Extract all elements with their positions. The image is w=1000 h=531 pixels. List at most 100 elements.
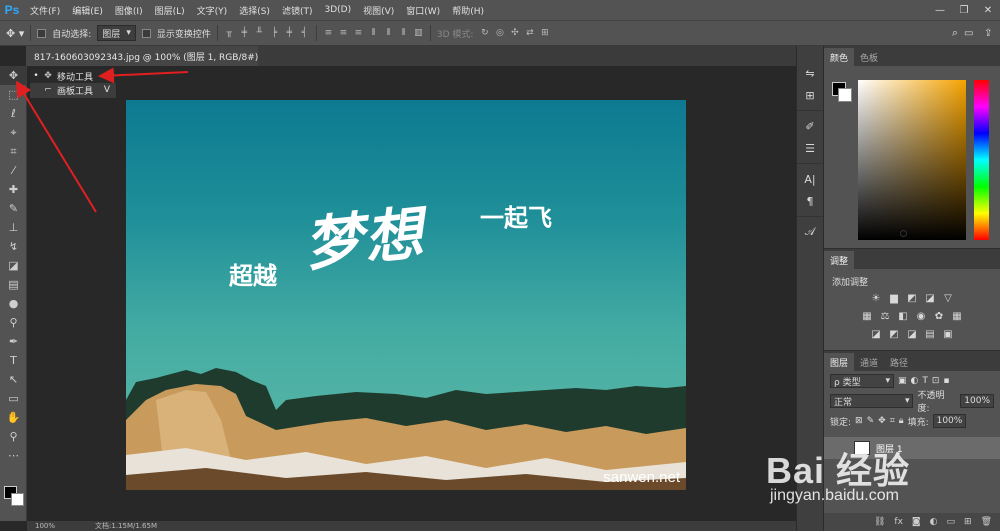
search-icon[interactable]: ⌕ <box>952 26 958 40</box>
color-picker-handle[interactable] <box>900 230 907 237</box>
brush-presets-icon[interactable]: ✐ <box>797 115 823 137</box>
brush-tool-icon[interactable]: ✎ <box>0 199 27 218</box>
filter-type-icon[interactable]: T <box>922 376 928 386</box>
history-icon[interactable]: ⇋ <box>797 62 823 84</box>
align-top-icon[interactable]: ╥ <box>224 28 235 39</box>
zoom-tool-icon[interactable]: ⚲ <box>0 427 27 446</box>
lock-artboard-icon[interactable]: ⌗ <box>890 416 895 426</box>
menu-3d[interactable]: 3D(D) <box>318 5 357 15</box>
share-icon[interactable]: ⇪ <box>984 28 1000 39</box>
close-icon[interactable]: ✕ <box>976 5 1000 16</box>
orbit-3d-icon[interactable]: ↻ <box>479 28 490 39</box>
exposure-icon[interactable]: ◪ <box>923 292 937 305</box>
filter-shape-icon[interactable]: ⊡ <box>932 376 940 386</box>
vibrance-icon[interactable]: ▽ <box>941 292 955 305</box>
crop-tool-icon[interactable]: ⌗ <box>0 142 27 161</box>
marquee-tool-icon[interactable]: ⬚ <box>0 85 27 104</box>
rectangle-tool-icon[interactable]: ▭ <box>0 389 27 408</box>
align-bottom-icon[interactable]: ╨ <box>254 28 265 39</box>
type-tool-icon[interactable]: T <box>0 351 27 370</box>
background-color-swatch[interactable] <box>11 493 24 506</box>
menu-layer[interactable]: 图层(L) <box>149 4 191 17</box>
roll-3d-icon[interactable]: ◎ <box>494 28 505 39</box>
document-canvas[interactable]: 一起飞 梦想 超越 sanwen.net <box>126 100 686 490</box>
move-tool-preset-icon[interactable]: ✥ ▾ <box>6 27 24 40</box>
fill-field[interactable]: 100% <box>932 414 967 428</box>
dodge-tool-icon[interactable]: ⚲ <box>0 313 27 332</box>
distribute-left-icon[interactable]: ⦀ <box>368 28 379 39</box>
menu-edit[interactable]: 编辑(E) <box>66 4 109 17</box>
tab-layers[interactable]: 图层 <box>824 353 855 371</box>
eyedropper-tool-icon[interactable]: ⁄ <box>0 161 27 180</box>
distribute-hcenter-icon[interactable]: ⦀ <box>383 28 394 39</box>
quick-select-tool-icon[interactable]: ⌖ <box>0 123 27 142</box>
gradient-tool-icon[interactable]: ▤ <box>0 275 27 294</box>
color-lookup-icon[interactable]: ▦ <box>950 310 964 323</box>
menu-filter[interactable]: 滤镜(T) <box>276 4 319 17</box>
auto-select-checkbox[interactable] <box>37 28 47 38</box>
align-vcenter-icon[interactable]: ╪ <box>239 28 250 39</box>
opacity-field[interactable]: 100% <box>960 394 994 408</box>
menu-view[interactable]: 视图(V) <box>357 4 400 17</box>
distribute-vcenter-icon[interactable]: ≡ <box>338 28 349 39</box>
move-tool-icon[interactable]: ✥ <box>0 66 27 85</box>
menu-window[interactable]: 窗口(W) <box>400 4 446 17</box>
zoom-level[interactable]: 100% <box>35 522 55 530</box>
menu-file[interactable]: 文件(F) <box>24 4 66 17</box>
tab-swatches[interactable]: 色板 <box>854 48 884 66</box>
auto-select-target-dropdown[interactable]: 图层 ▾ <box>97 25 136 41</box>
brush-settings-icon[interactable]: ☰ <box>797 137 823 159</box>
paragraph-icon[interactable]: ¶ <box>797 190 823 212</box>
lock-all-icon[interactable]: 🔒︎ <box>899 416 904 426</box>
lock-position-icon[interactable]: ✥ <box>878 416 886 426</box>
menu-help[interactable]: 帮助(H) <box>446 4 490 17</box>
document-tab[interactable]: 817-160603092343.jpg @ 100% (图层 1, RGB/8… <box>26 46 258 66</box>
hand-tool-icon[interactable]: ✋ <box>0 408 27 427</box>
panel-background-swatch[interactable] <box>838 88 852 102</box>
layer-kind-filter[interactable]: ρ 类型 ▾ <box>830 374 894 388</box>
blur-tool-icon[interactable]: ● <box>0 294 27 313</box>
properties-icon[interactable]: ⊞ <box>797 84 823 106</box>
eraser-tool-icon[interactable]: ◪ <box>0 256 27 275</box>
tab-channels[interactable]: 通道 <box>854 353 884 371</box>
minimize-icon[interactable]: — <box>928 5 952 16</box>
glyphs-icon[interactable]: 𝒜 <box>797 221 823 243</box>
channel-mixer-icon[interactable]: ✿ <box>932 310 946 323</box>
flyout-item-artboard-tool[interactable]: ⌐ 画板工具 V <box>30 83 116 97</box>
threshold-icon[interactable]: ◪ <box>905 328 919 341</box>
lock-image-icon[interactable]: ✎ <box>867 416 875 426</box>
color-balance-icon[interactable]: ⚖ <box>878 310 892 323</box>
levels-icon[interactable]: ▆ <box>887 292 901 305</box>
gradient-map-icon[interactable]: ▤ <box>923 328 937 341</box>
pen-tool-icon[interactable]: ✒ <box>0 332 27 351</box>
slide-3d-icon[interactable]: ⇄ <box>524 28 535 39</box>
black-white-icon[interactable]: ◧ <box>896 310 910 323</box>
tab-color[interactable]: 颜色 <box>824 48 855 66</box>
photo-filter-icon[interactable]: ◉ <box>914 310 928 323</box>
color-swatches[interactable] <box>4 486 26 508</box>
filter-adjust-icon[interactable]: ◐ <box>911 376 919 386</box>
color-picker-field[interactable] <box>858 80 966 240</box>
blend-mode-dropdown[interactable]: 正常 ▾ <box>830 394 914 408</box>
more-tools-icon[interactable]: ⋯ <box>0 446 27 465</box>
path-select-tool-icon[interactable]: ↖ <box>0 370 27 389</box>
distribute-top-icon[interactable]: ≡ <box>323 28 334 39</box>
scale-3d-icon[interactable]: ⊞ <box>539 28 550 39</box>
distribute-right-icon[interactable]: ⦀ <box>398 28 409 39</box>
workspace-icon[interactable]: ▭ <box>964 28 978 39</box>
menu-image[interactable]: 图像(I) <box>109 4 149 17</box>
lock-transparent-icon[interactable]: ⊠ <box>855 416 863 426</box>
healing-brush-tool-icon[interactable]: ✚ <box>0 180 27 199</box>
posterize-icon[interactable]: ◩ <box>887 328 901 341</box>
distribute-bottom-icon[interactable]: ≡ <box>353 28 364 39</box>
menu-type[interactable]: 文字(Y) <box>191 4 234 17</box>
show-transform-checkbox[interactable] <box>141 28 151 38</box>
align-right-icon[interactable]: ╡ <box>299 28 310 39</box>
menu-select[interactable]: 选择(S) <box>233 4 276 17</box>
pan-3d-icon[interactable]: ✣ <box>509 28 520 39</box>
align-hcenter-icon[interactable]: ╪ <box>284 28 295 39</box>
flyout-item-move-tool[interactable]: • ✥ 移动工具 <box>30 69 116 83</box>
align-left-icon[interactable]: ╞ <box>269 28 280 39</box>
filter-smart-icon[interactable]: ▪ <box>943 376 949 386</box>
invert-icon[interactable]: ◪ <box>869 328 883 341</box>
